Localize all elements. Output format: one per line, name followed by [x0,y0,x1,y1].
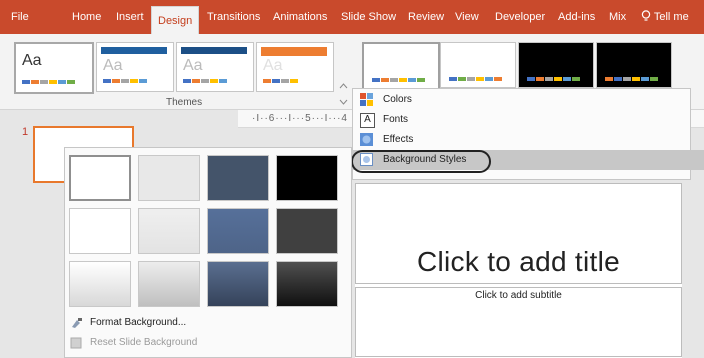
bg-style-8[interactable] [276,208,338,254]
reset-slide-background-button[interactable]: Reset Slide Background [70,334,197,352]
bg-style-6[interactable] [138,208,200,254]
theme-thumb-text: Aa [263,57,283,74]
variant-1[interactable] [362,42,440,90]
theme-blue-2[interactable]: Aa [176,42,254,92]
fonts-icon: A [360,113,375,128]
bg-style-2[interactable] [138,155,200,201]
effects-icon [360,133,373,146]
slide-number: 1 [22,126,29,138]
variant-color-dots [372,78,425,82]
bg-style-10[interactable] [138,261,200,307]
variant-4[interactable] [596,42,672,88]
variant-2[interactable] [440,42,516,88]
subtitle-placeholder-text: Click to add subtitle [475,290,562,301]
format-background-icon [72,318,82,328]
theme-thumb-text: Aa [103,57,123,74]
bg-style-7[interactable] [207,208,269,254]
themes-group-label: Themes [166,97,203,108]
theme-thumb-text: Aa [22,52,42,69]
format-background-button[interactable]: Format Background... [70,314,186,332]
bg-style-4[interactable] [276,155,338,201]
menu-item-fonts[interactable]: A Fonts › [353,110,704,130]
tab-review[interactable]: Review [408,0,444,34]
variant-color-dots [605,77,658,81]
bg-style-11[interactable] [207,261,269,307]
bg-style-3[interactable] [207,155,269,201]
tab-mix[interactable]: Mix [609,0,626,34]
theme-blue[interactable]: Aa [96,42,174,92]
tab-file[interactable]: File [11,0,29,34]
theme-header-bar [261,47,327,56]
theme-color-dots [103,79,147,83]
scroll-up-icon[interactable] [337,78,350,94]
format-background-label: Format Background... [90,317,187,328]
menu-item-colors[interactable]: Colors › [353,90,704,110]
bg-style-12[interactable] [276,261,338,307]
tab-add-ins[interactable]: Add-ins [558,0,595,34]
theme-office[interactable]: Aa [14,42,94,94]
scroll-down-icon[interactable] [337,94,350,110]
bg-style-1[interactable] [69,155,131,201]
bg-style-5[interactable] [69,208,131,254]
variant-color-dots [527,77,580,81]
tab-slide-show[interactable]: Slide Show [341,0,396,34]
theme-color-dots [22,80,75,84]
tab-animations[interactable]: Animations [273,0,327,34]
theme-color-dots [183,79,227,83]
menu-item-effects[interactable]: Effects › [353,130,704,150]
tab-view[interactable]: View [455,0,479,34]
theme-header-bar [181,47,247,54]
tell-me-box[interactable]: Tell me [641,0,689,34]
tab-insert[interactable]: Insert [116,0,144,34]
theme-color-dots [263,79,298,83]
menu-item-label: Fonts [383,114,409,125]
tab-design[interactable]: Design [151,6,200,35]
theme-orange[interactable]: Aa [256,42,334,92]
tab-transitions[interactable]: Transitions [207,0,260,34]
reset-slide-background-label: Reset Slide Background [90,337,198,348]
reset-background-icon [70,337,82,349]
bg-style-9[interactable] [69,261,131,307]
variant-3[interactable] [518,42,594,88]
menu-item-label: Effects [383,134,414,145]
lightbulb-icon [641,10,651,21]
title-placeholder-text: Click to add title [416,246,621,277]
colors-icon [360,93,373,106]
tab-home[interactable]: Home [72,0,101,34]
theme-thumb-text: Aa [183,57,203,74]
variant-color-dots [449,77,502,81]
tell-me-label: Tell me [653,11,689,23]
tab-developer[interactable]: Developer [495,0,545,34]
theme-header-bar [101,47,167,54]
highlight-annotation-oval [351,150,491,173]
ribbon-tab-bar: File Home Insert Design Transitions Anim… [0,0,704,35]
menu-item-label: Colors [383,94,412,105]
